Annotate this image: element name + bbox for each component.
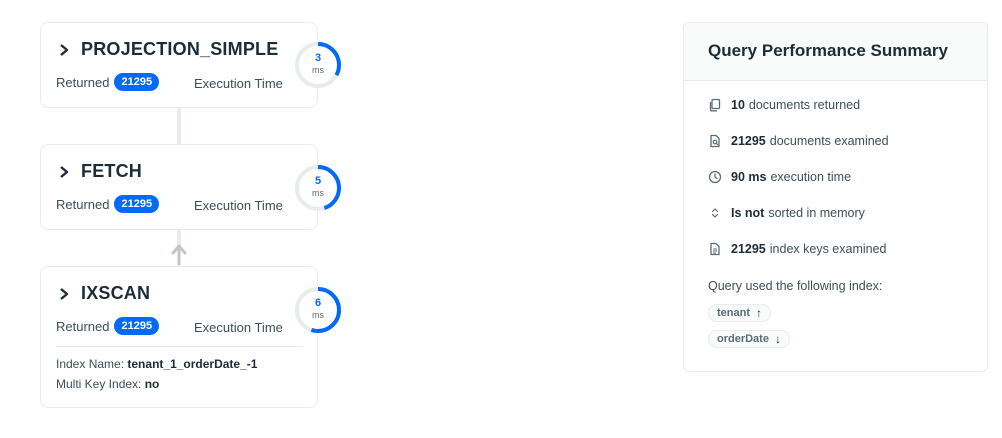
- stage-name: PROJECTION_SIMPLE: [81, 39, 279, 59]
- index-key-name: orderDate: [717, 333, 769, 345]
- gauge-value: 6: [314, 297, 322, 309]
- index-key-name: tenant: [717, 307, 750, 319]
- returned-label: Returned: [56, 318, 110, 334]
- gauge-unit: ms: [312, 65, 324, 75]
- metric-value: Is not: [731, 206, 765, 220]
- arrow-down-icon: ↓: [774, 332, 781, 346]
- index-key-chip: tenant ↑: [708, 304, 771, 322]
- stage-header[interactable]: IXSCAN: [57, 283, 150, 304]
- stage-card-ixscan[interactable]: IXSCAN Returned 21295 Execution Time Ind…: [40, 266, 318, 408]
- stage-header[interactable]: PROJECTION_SIMPLE: [57, 39, 278, 60]
- index-name-label: Index Name:: [56, 357, 125, 371]
- index-caption: Query used the following index:: [708, 279, 883, 293]
- chevron-right-icon[interactable]: [57, 165, 71, 179]
- metric-execution-time: 90 ms execution time: [708, 170, 851, 184]
- returned-badge: 21295: [114, 317, 160, 335]
- multikey-value: no: [144, 377, 160, 391]
- chevron-right-icon[interactable]: [57, 43, 71, 57]
- gauge-unit: ms: [312, 310, 324, 320]
- stage-name: FETCH: [81, 161, 142, 181]
- metric-text: index keys examined: [769, 242, 887, 256]
- execution-time-gauge: 6 ms: [293, 285, 343, 335]
- stage-card-projection-simple[interactable]: PROJECTION_SIMPLE Returned 21295 Executi…: [40, 22, 318, 108]
- clock-icon: [708, 170, 722, 184]
- multikey-label: Multi Key Index:: [56, 377, 142, 391]
- arrow-up-icon: [171, 244, 187, 266]
- stage-name: IXSCAN: [81, 283, 151, 303]
- returned-badge: 21295: [114, 73, 160, 91]
- returned-badge: 21295: [114, 195, 160, 213]
- metric-text: sorted in memory: [768, 206, 865, 220]
- query-performance-summary: Query Performance Summary 10 documents r…: [683, 22, 988, 372]
- returned-row: Returned 21295: [56, 317, 160, 335]
- gauge-value: 5: [314, 175, 322, 187]
- metric-sorted-in-memory: Is not sorted in memory: [708, 206, 865, 220]
- metric-value: 21295: [731, 134, 766, 148]
- returned-label: Returned: [56, 74, 110, 90]
- index-file-icon: [710, 242, 720, 256]
- gauge-unit: ms: [312, 188, 324, 198]
- metric-text: documents returned: [748, 98, 861, 112]
- summary-header: Query Performance Summary: [684, 23, 987, 81]
- index-name-value: tenant_1_orderDate_-1: [127, 357, 258, 371]
- metric-value: 10: [731, 98, 745, 112]
- metric-text: execution time: [770, 170, 852, 184]
- gauge-value: 3: [314, 52, 322, 64]
- metric-value: 90 ms: [731, 170, 767, 184]
- arrow-up-icon: ↑: [756, 306, 762, 320]
- summary-title: Query Performance Summary: [708, 41, 948, 60]
- execution-time-label: Execution Time: [194, 76, 283, 91]
- document-search-icon: [710, 134, 720, 148]
- execution-time-label: Execution Time: [194, 198, 283, 213]
- metric-index-keys-examined: 21295 index keys examined: [708, 242, 887, 256]
- stage-connector: [177, 107, 181, 145]
- chevron-right-icon[interactable]: [57, 287, 71, 301]
- stage-card-fetch[interactable]: FETCH Returned 21295 Execution Time: [40, 144, 318, 230]
- metric-value: 21295: [731, 242, 766, 256]
- metric-documents-returned: 10 documents returned: [708, 98, 860, 112]
- documents-icon: [709, 98, 721, 112]
- divider: [56, 346, 303, 347]
- execution-time-label: Execution Time: [194, 320, 283, 335]
- index-name-row: Index Name: tenant_1_orderDate_-1: [56, 357, 257, 371]
- stage-header[interactable]: FETCH: [57, 161, 142, 182]
- metric-text: documents examined: [769, 134, 889, 148]
- multikey-row: Multi Key Index: no: [56, 377, 159, 391]
- returned-row: Returned 21295: [56, 73, 160, 91]
- index-key-chip: orderDate ↓: [708, 330, 790, 348]
- execution-time-gauge: 3 ms: [293, 40, 343, 90]
- returned-row: Returned 21295: [56, 195, 160, 213]
- execution-time-gauge: 5 ms: [293, 163, 343, 213]
- returned-label: Returned: [56, 196, 110, 212]
- sort-icon: [711, 208, 719, 218]
- metric-documents-examined: 21295 documents examined: [708, 134, 889, 148]
